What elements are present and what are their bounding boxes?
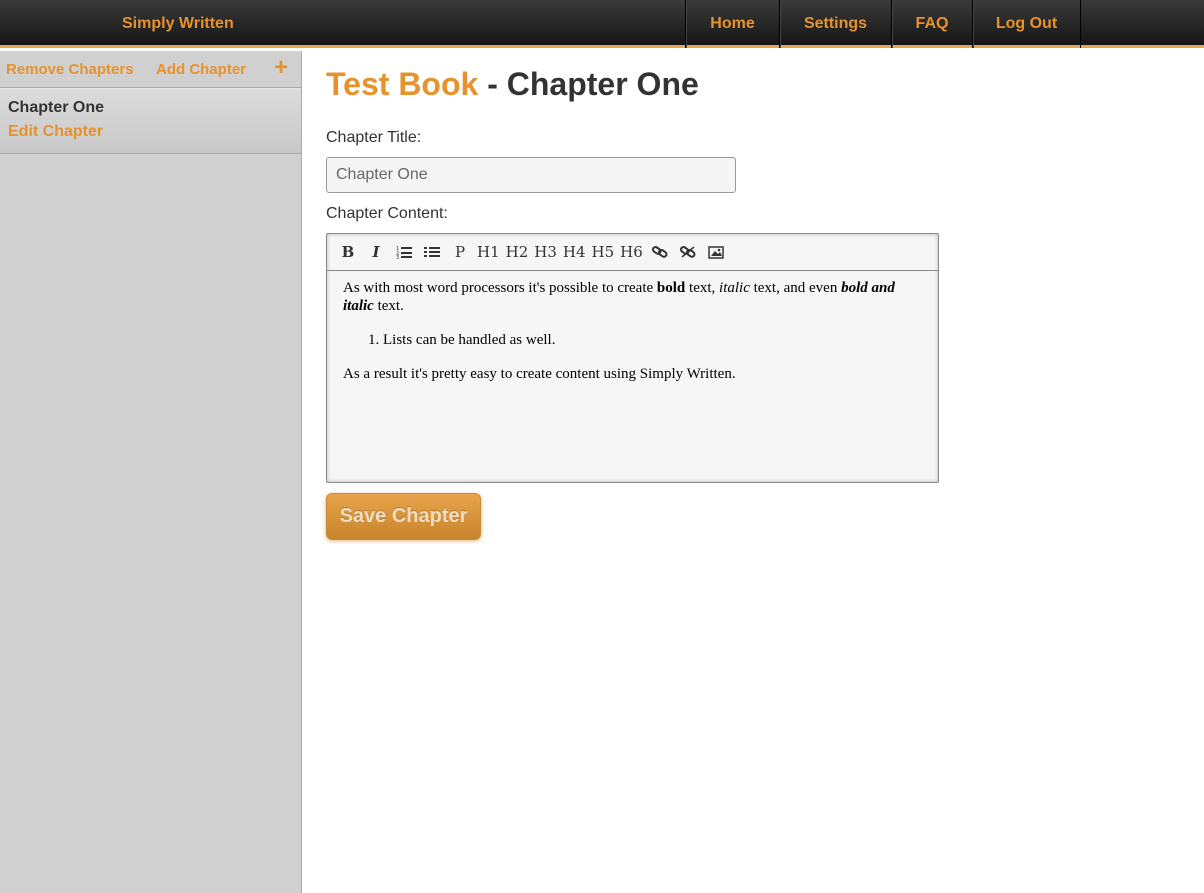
main-nav: Home Settings FAQ Log Out xyxy=(685,0,1081,48)
top-navbar: Simply Written Home Settings FAQ Log Out xyxy=(0,0,1204,48)
nav-faq[interactable]: FAQ xyxy=(891,0,972,48)
list-item: Lists can be handled as well. xyxy=(383,331,922,349)
ordered-list-icon[interactable]: 123 xyxy=(393,244,415,260)
main-content: Test Book - Chapter One Chapter Title: C… xyxy=(326,66,939,540)
image-icon[interactable] xyxy=(705,244,727,260)
h1-button[interactable]: H1 xyxy=(477,243,500,261)
chapter-title-input[interactable] xyxy=(326,157,736,193)
editor-body[interactable]: As with most word processors it's possib… xyxy=(327,271,938,407)
title-separator: - xyxy=(478,66,507,102)
unordered-list-icon[interactable] xyxy=(421,244,443,260)
bold-text: bold xyxy=(656,280,686,296)
brand-logo[interactable]: Simply Written xyxy=(122,15,234,33)
link-icon[interactable] xyxy=(649,244,671,260)
h4-button[interactable]: H4 xyxy=(563,243,586,261)
paragraph-button[interactable]: P xyxy=(449,243,471,261)
sidebar-chapter-name[interactable]: Chapter One xyxy=(8,99,293,117)
nav-logout[interactable]: Log Out xyxy=(972,0,1081,48)
unlink-icon[interactable] xyxy=(677,244,699,260)
chapter-content-label: Chapter Content: xyxy=(326,205,448,222)
h5-button[interactable]: H5 xyxy=(592,243,615,261)
rich-text-editor[interactable]: B I 123 P H1 H2 H3 H4 H5 H6 As with most… xyxy=(326,233,939,483)
remove-chapters-link[interactable]: Remove Chapters xyxy=(6,61,134,78)
h3-button[interactable]: H3 xyxy=(534,243,557,261)
page-title: Test Book - Chapter One xyxy=(326,66,699,103)
edit-chapter-link[interactable]: Edit Chapter xyxy=(8,123,293,141)
add-chapter-plus-icon[interactable]: + xyxy=(274,54,288,82)
save-chapter-button[interactable]: Save Chapter xyxy=(326,493,481,540)
nav-home[interactable]: Home xyxy=(685,0,779,48)
editor-ordered-list: Lists can be handled as well. xyxy=(383,331,922,349)
add-chapter-link[interactable]: Add Chapter xyxy=(156,61,246,78)
h2-button[interactable]: H2 xyxy=(506,243,529,261)
sidebar-chapter-item[interactable]: Chapter One Edit Chapter xyxy=(0,89,301,154)
svg-text:3: 3 xyxy=(396,255,399,259)
text-run: text. xyxy=(373,298,404,314)
h6-button[interactable]: H6 xyxy=(620,243,643,261)
chapter-title-label: Chapter Title: xyxy=(326,129,422,146)
text-run: As with most word processors it's possib… xyxy=(343,280,657,296)
sidebar: Remove Chapters Add Chapter + Chapter On… xyxy=(0,51,302,893)
sidebar-toolbar: Remove Chapters Add Chapter + xyxy=(0,51,301,88)
chapter-heading: Chapter One xyxy=(506,66,699,102)
text-run: text, and even xyxy=(749,280,842,296)
italic-text: italic xyxy=(719,280,750,296)
italic-button[interactable]: I xyxy=(365,243,387,261)
book-title[interactable]: Test Book xyxy=(326,66,478,102)
nav-settings[interactable]: Settings xyxy=(779,0,891,48)
editor-paragraph: As with most word processors it's possib… xyxy=(343,279,922,315)
editor-paragraph: As a result it's pretty easy to create c… xyxy=(343,366,736,382)
editor-toolbar: B I 123 P H1 H2 H3 H4 H5 H6 xyxy=(327,234,938,271)
text-run: text, xyxy=(685,280,720,296)
bold-button[interactable]: B xyxy=(337,243,359,261)
